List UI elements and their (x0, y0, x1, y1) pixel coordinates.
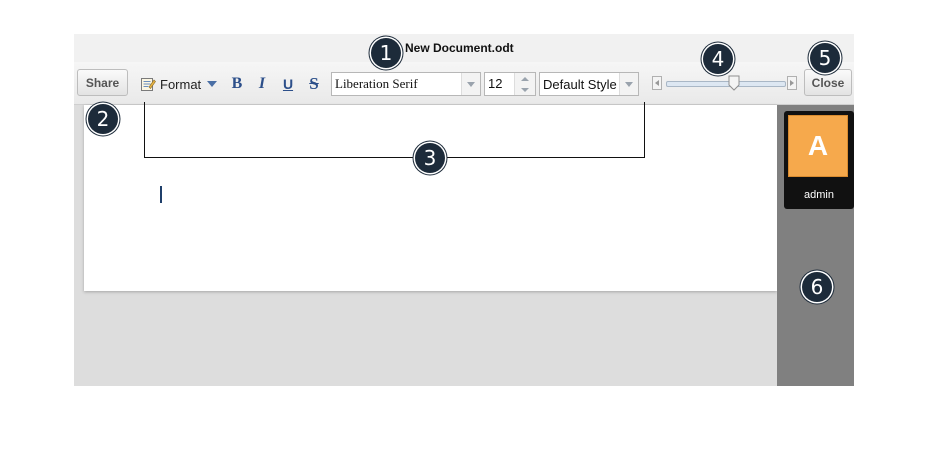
paragraph-style-value: Default Style (543, 76, 617, 92)
callout-2: 2 (88, 104, 118, 134)
font-size-stepper[interactable]: 12 (484, 72, 536, 96)
callout-6: 6 (802, 272, 832, 302)
member-name: admin (804, 189, 834, 201)
zoom-in-arrow-icon[interactable] (787, 76, 797, 90)
chevron-down-icon[interactable] (619, 73, 638, 95)
chevron-down-icon (207, 81, 218, 87)
bold-button[interactable]: B (228, 74, 246, 94)
font-family-select[interactable]: Liberation Serif (331, 72, 481, 96)
member-card[interactable]: A admin (784, 111, 854, 209)
font-family-value: Liberation Serif (335, 76, 418, 91)
toolbar: Share Format B I U S Liberation Serif 12… (74, 62, 854, 105)
chevron-down-icon[interactable] (461, 73, 480, 95)
font-size-spinner (514, 73, 535, 95)
page-top-margin-bracket (144, 102, 645, 158)
zoom-out-arrow-icon[interactable] (652, 76, 662, 90)
zoom-slider-thumb[interactable] (728, 75, 740, 91)
text-cursor (160, 186, 162, 203)
share-button[interactable]: Share (77, 69, 128, 96)
strikethrough-button[interactable]: S (305, 74, 323, 94)
callout-4: 4 (703, 44, 733, 74)
callout-3: 3 (415, 143, 445, 173)
title-bar: New Document.odt (74, 34, 854, 62)
callout-1: 1 (371, 38, 401, 68)
format-menu-label: Format (160, 76, 202, 92)
italic-button[interactable]: I (253, 74, 271, 94)
font-size-value[interactable]: 12 (485, 73, 514, 95)
document-title: New Document.odt (405, 41, 514, 55)
zoom-slider-track[interactable] (666, 81, 786, 87)
members-sidebar: A admin (777, 105, 854, 386)
underline-button[interactable]: U (279, 74, 297, 94)
editor-window: New Document.odt Share Format B I U S Li… (74, 34, 854, 386)
increment-arrow-icon[interactable] (515, 73, 535, 84)
close-button[interactable]: Close (804, 69, 852, 96)
format-menu[interactable]: Format (140, 75, 218, 93)
avatar: A (788, 115, 848, 177)
paragraph-style-select[interactable]: Default Style (539, 72, 639, 96)
decrement-arrow-icon[interactable] (515, 84, 535, 95)
paragraph-format-icon (140, 76, 156, 92)
callout-5: 5 (810, 43, 840, 73)
